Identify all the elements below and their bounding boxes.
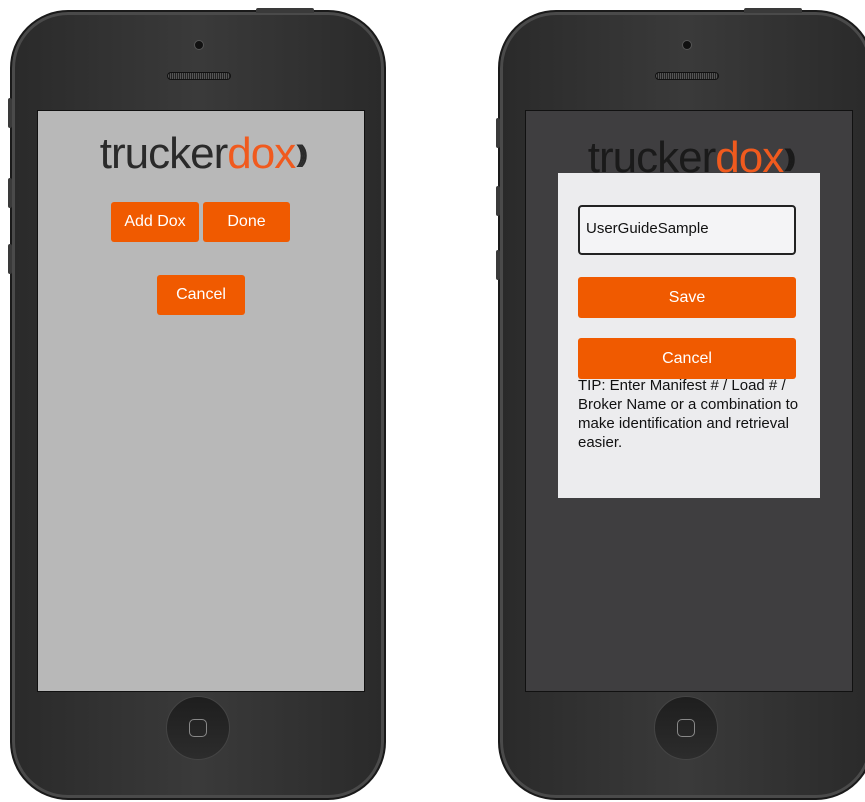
power-button [744,8,802,13]
home-button-icon[interactable] [166,696,230,760]
home-square-icon [189,719,207,737]
mute-switch [496,118,500,148]
volume-up-button [8,178,12,208]
logo-accent-text: dox [227,129,296,178]
name-input[interactable]: UserGuideSample [578,205,796,255]
save-button[interactable]: Save [578,277,796,318]
done-button[interactable]: Done [203,202,290,242]
phone-left: truckerdox))) Add Dox Done Cancel [8,8,386,800]
power-button [256,8,314,13]
cancel-button[interactable]: Cancel [157,275,245,315]
screen: truckerdox))) Add Dox Done Cancel [37,110,365,692]
tip-text: TIP: Enter Manifest # / Load # / Broker … [578,377,799,451]
cancel-button[interactable]: Cancel [578,338,796,379]
volume-down-button [8,244,12,274]
logo-text: trucker [99,129,228,178]
home-button-icon[interactable] [654,696,718,760]
volume-down-button [496,250,500,280]
volume-up-button [496,186,500,216]
screen: truckerdox))) UserGuideSample Save Cance… [525,110,853,692]
phone-right: truckerdox))) UserGuideSample Save Cance… [496,8,865,800]
speaker-icon [655,72,719,80]
mute-switch [8,98,12,128]
signal-waves-icon: ))) [784,145,796,172]
name-dialog: UserGuideSample Save Cancel TIP: Enter M… [558,173,820,498]
camera-icon [682,40,692,50]
home-square-icon [677,719,695,737]
signal-waves-icon: ))) [296,141,308,168]
camera-icon [194,40,204,50]
speaker-icon [167,72,231,80]
truckerdox-logo: truckerdox))) [38,129,364,179]
add-dox-button[interactable]: Add Dox [111,202,199,242]
